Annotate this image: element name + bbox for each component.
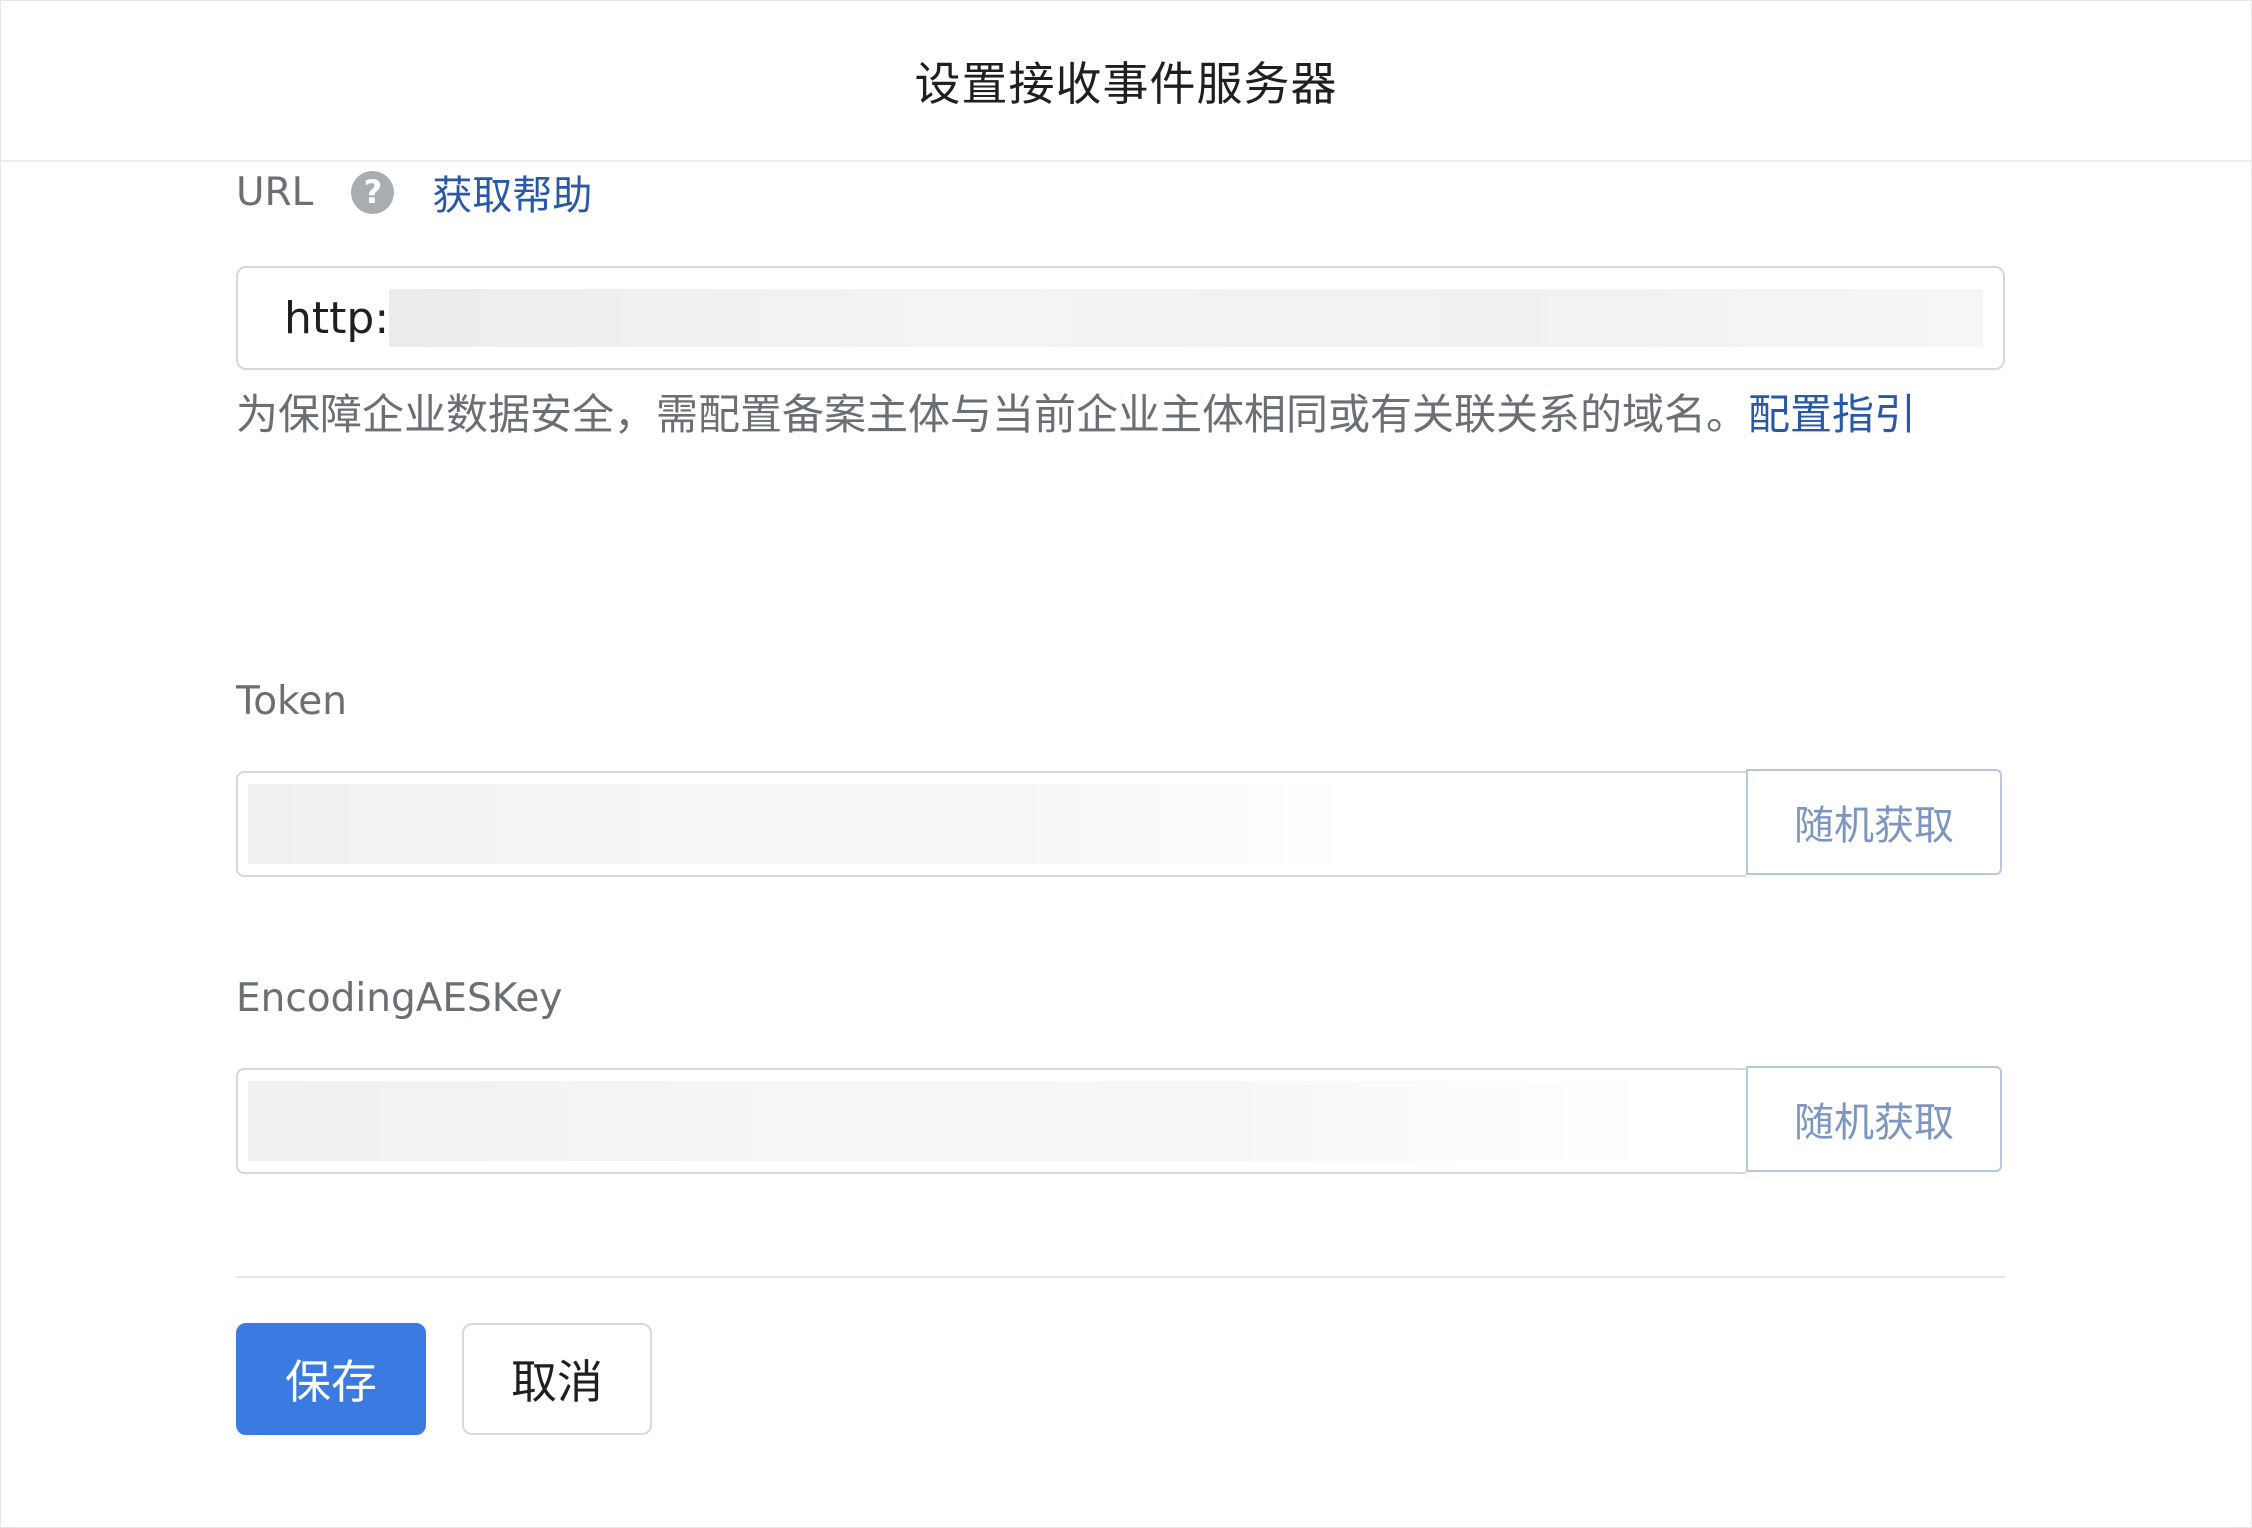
token-group: Token 随机获取 [236, 672, 2005, 879]
token-input[interactable] [236, 771, 1746, 877]
aes-key-value-redacted [248, 1081, 1648, 1161]
event-server-dialog: 设置接收事件服务器 URL ? 获取帮助 http: 为保障企业数据安全，需配置… [0, 0, 2252, 1528]
aes-key-label: EncodingAESKey [236, 976, 563, 1021]
cancel-button[interactable]: 取消 [462, 1323, 652, 1435]
config-guide-link[interactable]: 配置指引 [1748, 390, 1916, 439]
aes-key-input[interactable] [236, 1068, 1746, 1174]
dialog-title: 设置接收事件服务器 [914, 56, 1338, 111]
url-value-redacted [389, 289, 1983, 347]
question-circle-icon[interactable]: ? [351, 170, 395, 214]
url-input[interactable]: http: [236, 266, 2005, 370]
url-hint-text: 为保障企业数据安全，需配置备案主体与当前企业主体相同或有关联关系的域名。 [236, 390, 1749, 439]
dialog-header: 设置接收事件服务器 [1, 1, 2251, 162]
save-button[interactable]: 保存 [236, 1323, 426, 1435]
aes-key-row: 随机获取 [236, 1066, 2005, 1176]
dialog-actions: 保存 取消 [236, 1323, 652, 1435]
get-help-link[interactable]: 获取帮助 [432, 163, 592, 221]
aes-key-random-button[interactable]: 随机获取 [1746, 1066, 2002, 1172]
token-row: 随机获取 [236, 769, 2005, 879]
url-label-row: URL ? 获取帮助 [236, 162, 2005, 222]
url-value-prefix: http: [284, 292, 390, 344]
token-random-button[interactable]: 随机获取 [1746, 769, 2002, 875]
token-label: Token [236, 679, 347, 724]
url-hint: 为保障企业数据安全，需配置备案主体与当前企业主体相同或有关联关系的域名。配置指引 [236, 380, 2005, 450]
dialog-body: URL ? 获取帮助 http: 为保障企业数据安全，需配置备案主体与当前企业主… [236, 162, 2005, 1435]
token-value-redacted [248, 784, 1348, 864]
aes-key-group: EncodingAESKey 随机获取 [236, 969, 2005, 1176]
url-label: URL [236, 169, 314, 215]
footer-divider [236, 1276, 2005, 1278]
